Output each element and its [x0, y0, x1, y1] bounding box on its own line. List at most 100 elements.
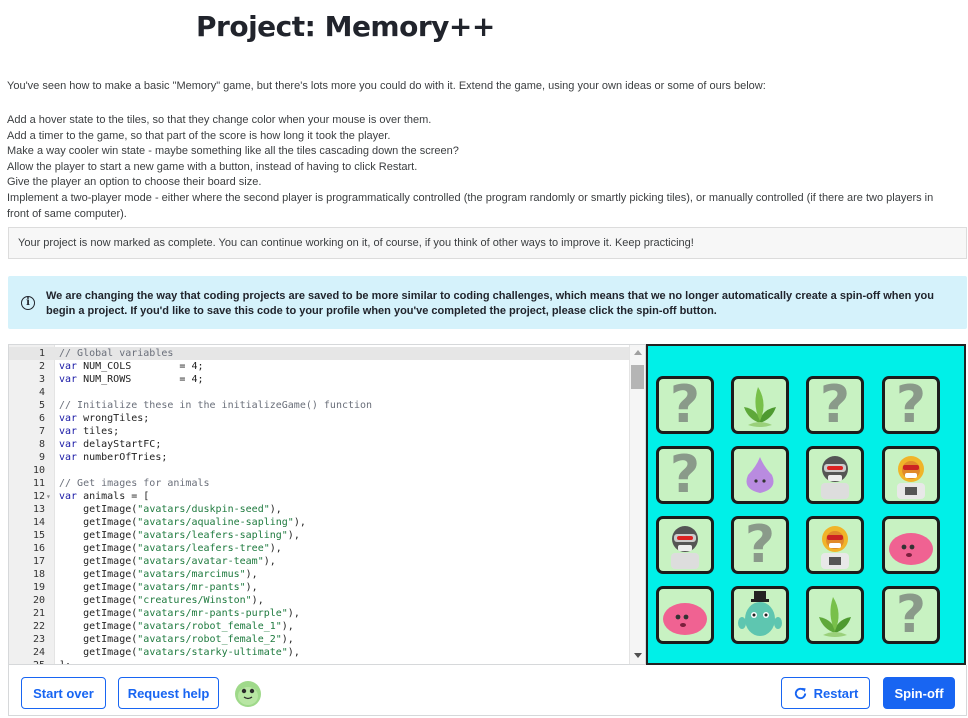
robot-yellow-icon	[885, 449, 937, 501]
line-number: 2	[38, 361, 45, 372]
code-line[interactable]: 23 getImage("avatars/robot_female_2"),	[9, 633, 629, 646]
tile-face-down[interactable]: ?	[656, 376, 714, 434]
restart-button[interactable]: Restart	[781, 677, 870, 709]
pink-blob-icon	[659, 589, 711, 641]
tile-face-down[interactable]: ?	[882, 586, 940, 644]
line-number: 16	[32, 543, 45, 554]
code-text: getImage("avatars/leafers-tree"),	[59, 543, 282, 554]
line-number: 15	[32, 530, 45, 541]
code-text: var tiles;	[59, 426, 120, 437]
line-number: 23	[32, 634, 45, 645]
tile-face-down[interactable]: ?	[656, 446, 714, 504]
code-line[interactable]: 3 var NUM_ROWS = 4;	[9, 373, 629, 386]
code-line[interactable]: 8 var delayStartFC;	[9, 438, 629, 451]
code-line[interactable]: 19 getImage("avatars/mr-pants"),	[9, 581, 629, 594]
code-text: getImage("avatars/aqualine-sapling"),	[59, 517, 306, 528]
line-number: 24	[32, 647, 45, 658]
code-line[interactable]: 4	[9, 386, 629, 399]
code-text: var NUM_ROWS = 4;	[59, 374, 204, 385]
code-line[interactable]: 13 getImage("avatars/duskpin-seed"),	[9, 503, 629, 516]
scroll-thumb[interactable]	[631, 365, 644, 389]
editor-scrollbar[interactable]	[629, 345, 645, 664]
code-text: // Get images for animals	[59, 478, 210, 489]
info-banner-text: We are changing the way that coding proj…	[46, 290, 934, 317]
code-text: var wrongTiles;	[59, 413, 150, 424]
line-number: 19	[32, 582, 45, 593]
code-text: getImage("creatures/Winston"),	[59, 595, 264, 606]
tile-face-up[interactable]	[656, 516, 714, 574]
tile-face-down[interactable]: ?	[882, 376, 940, 434]
line-number: 13	[32, 504, 45, 515]
code-line[interactable]: 9 var numberOfTries;	[9, 451, 629, 464]
tile-face-up[interactable]	[882, 516, 940, 574]
tile-face-up[interactable]	[731, 446, 789, 504]
code-line[interactable]: 1 // Global variables	[9, 347, 629, 360]
line-number: 17	[32, 556, 45, 567]
code-line[interactable]: 22 getImage("avatars/robot_female_1"),	[9, 620, 629, 633]
tile-face-up[interactable]	[656, 586, 714, 644]
question-mark-icon: ?	[669, 446, 701, 504]
line-number: 6	[38, 413, 45, 424]
leaf-icon	[809, 589, 861, 641]
code-line[interactable]: 5 // Initialize these in the initializeGa…	[9, 399, 629, 412]
code-editor[interactable]: 1 // Global variables 2 var NUM_COLS = 4; 3 v…	[8, 344, 646, 665]
line-number: 5	[38, 400, 45, 411]
start-over-button[interactable]: Start over	[21, 677, 106, 709]
line-number: 21	[32, 608, 45, 619]
code-line[interactable]: 15 getImage("avatars/leafers-sapling"),	[9, 529, 629, 542]
line-number: 7	[38, 426, 45, 437]
fold-arrow-icon[interactable]: ▾	[46, 490, 54, 503]
line-number: 18	[32, 569, 45, 580]
request-help-button[interactable]: Request help	[118, 677, 219, 709]
code-line[interactable]: 6 var wrongTiles;	[9, 412, 629, 425]
code-text: getImage("avatars/robot_female_2"),	[59, 634, 294, 645]
idea-item: Allow the player to start a new game wit…	[7, 160, 418, 173]
tile-face-up[interactable]	[731, 586, 789, 644]
line-number: 14	[32, 517, 45, 528]
code-text: // Global variables	[59, 348, 174, 359]
code-line[interactable]: 16 getImage("avatars/leafers-tree"),	[9, 542, 629, 555]
robot-grey-icon	[809, 449, 861, 501]
completion-notice: Your project is now marked as complete. …	[8, 227, 967, 259]
code-text: getImage("avatars/avatar-team"),	[59, 556, 276, 567]
game-canvas[interactable]: ??????	[646, 344, 966, 665]
line-number: 9	[38, 452, 45, 463]
tile-face-up[interactable]	[806, 516, 864, 574]
code-line[interactable]: 10	[9, 464, 629, 477]
code-line[interactable]: 17 getImage("avatars/avatar-team"),	[9, 555, 629, 568]
tile-face-down[interactable]: ?	[731, 516, 789, 574]
code-text: getImage("avatars/robot_female_1"),	[59, 621, 294, 632]
scroll-up-arrow-icon[interactable]	[634, 350, 642, 355]
user-avatar-icon	[235, 681, 261, 707]
line-number: 12	[32, 491, 45, 502]
robot-yellow-icon	[809, 519, 861, 571]
code-text: var animals = [	[59, 491, 150, 502]
question-mark-icon: ?	[669, 376, 701, 434]
tile-face-up[interactable]	[806, 446, 864, 504]
spin-off-button[interactable]: Spin-off	[883, 677, 955, 709]
code-text: getImage("avatars/leafers-sapling"),	[59, 530, 300, 541]
tile-face-up[interactable]	[806, 586, 864, 644]
scroll-down-arrow-icon[interactable]	[634, 653, 642, 658]
code-line[interactable]: 14 getImage("avatars/aqualine-sapling"),	[9, 516, 629, 529]
info-icon: i	[21, 296, 35, 310]
tile-face-down[interactable]: ?	[806, 376, 864, 434]
line-number: 3	[38, 374, 45, 385]
idea-item: Give the player an option to choose thei…	[7, 176, 262, 189]
code-line[interactable]: 2 var NUM_COLS = 4;	[9, 360, 629, 373]
code-line[interactable]: 7 var tiles;	[9, 425, 629, 438]
code-line[interactable]: 12 ▾ var animals = [	[9, 490, 629, 503]
question-mark-icon: ?	[819, 376, 851, 434]
code-line[interactable]: 24 getImage("avatars/starky-ultimate"),	[9, 646, 629, 659]
line-number: 20	[32, 595, 45, 606]
code-line[interactable]: 11 // Get images for animals	[9, 477, 629, 490]
tile-face-up[interactable]	[882, 446, 940, 504]
code-line[interactable]: 18 getImage("avatars/marcimus"),	[9, 568, 629, 581]
idea-item: Implement a two-player mode - either whe…	[7, 191, 934, 220]
code-line[interactable]: 20 getImage("creatures/Winston"),	[9, 594, 629, 607]
code-text: var NUM_COLS = 4;	[59, 361, 204, 372]
line-number: 1	[38, 348, 45, 359]
code-line[interactable]: 21 getImage("avatars/mr-pants-purple"),	[9, 607, 629, 620]
code-text: var delayStartFC;	[59, 439, 162, 450]
tile-face-up[interactable]	[731, 376, 789, 434]
